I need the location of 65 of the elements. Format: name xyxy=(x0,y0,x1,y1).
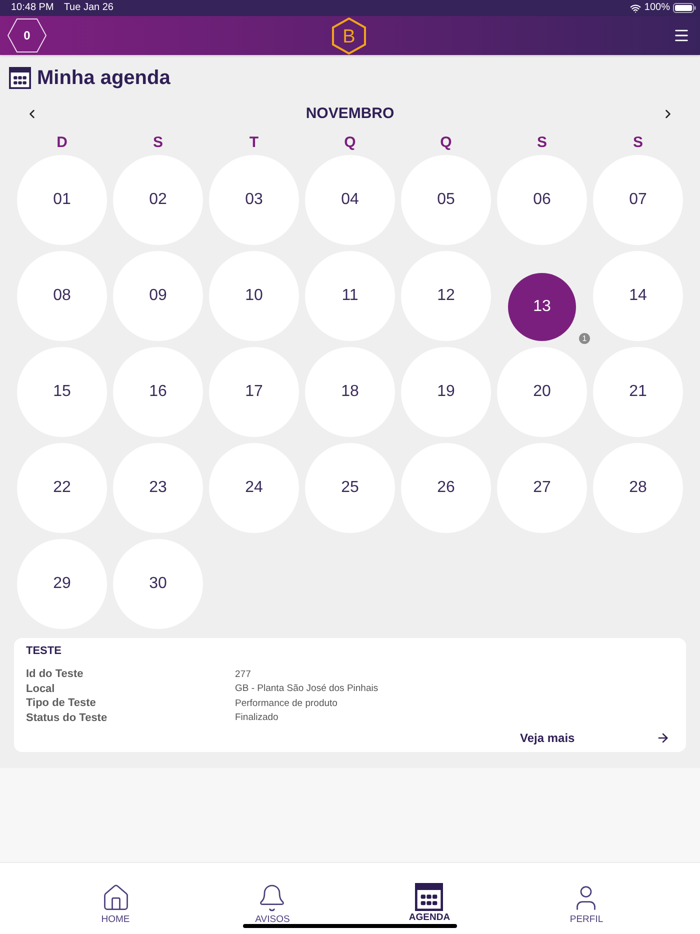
weekday-label: Q xyxy=(440,134,452,152)
day-button[interactable]: 09 xyxy=(113,251,203,341)
battery-percent: 100% xyxy=(644,2,670,14)
day-button[interactable]: 24 xyxy=(209,443,299,533)
day-button[interactable]: 03 xyxy=(209,155,299,245)
field-value: Performance de produto xyxy=(235,698,338,709)
day-button[interactable]: 15 xyxy=(17,347,107,437)
event-count-badge: 1 xyxy=(579,333,590,344)
field-value: 277 xyxy=(235,668,251,680)
day-button[interactable]: 07 xyxy=(593,155,683,245)
event-title: TESTE xyxy=(26,644,62,658)
field-value: Finalizado xyxy=(235,712,278,724)
day-button[interactable]: 17 xyxy=(209,347,299,437)
day-button[interactable]: 08 xyxy=(17,251,107,341)
day-button[interactable]: 19 xyxy=(401,347,491,437)
weekday-label: S xyxy=(152,134,163,152)
day-button[interactable]: 02 xyxy=(113,155,203,245)
day-button[interactable]: 13 xyxy=(508,273,576,341)
field-label: Id do Teste xyxy=(26,668,84,680)
field-label: Tipo de Teste xyxy=(26,697,96,710)
weekday-label: S xyxy=(536,134,547,152)
day-button[interactable]: 21 xyxy=(593,347,683,437)
day-button[interactable]: 01 xyxy=(17,155,107,245)
arrow-right-icon xyxy=(656,731,670,745)
day-button[interactable]: 22 xyxy=(17,443,107,533)
day-button[interactable]: 29 xyxy=(17,539,107,629)
points-badge[interactable]: 0 xyxy=(7,18,47,53)
day-button[interactable]: 11 xyxy=(305,251,395,341)
field-label: Local xyxy=(26,682,55,695)
status-time: 10:48 PM xyxy=(11,2,54,14)
weekday-label: D xyxy=(56,134,68,152)
day-button[interactable]: 26 xyxy=(401,443,491,533)
day-button[interactable]: 06 xyxy=(497,155,587,245)
weekday-label: T xyxy=(249,134,259,152)
day-button[interactable]: 14 xyxy=(593,251,683,341)
day-button[interactable]: 12 xyxy=(401,251,491,341)
weekday-label: S xyxy=(632,134,643,152)
calendar-icon xyxy=(415,883,444,911)
tab-button[interactable]: PERFIL xyxy=(570,883,604,925)
day-button[interactable]: 16 xyxy=(113,347,203,437)
menu-icon[interactable] xyxy=(673,27,690,44)
day-button[interactable]: 28 xyxy=(593,443,683,533)
status-date: Tue Jan 26 xyxy=(64,2,114,14)
day-button[interactable]: 25 xyxy=(305,443,395,533)
month-title: NOVEMBRO xyxy=(306,105,394,123)
see-more-button[interactable]: Veja mais xyxy=(520,730,670,746)
battery-icon xyxy=(673,3,696,13)
weekday-label: Q xyxy=(344,134,356,152)
tab-button[interactable]: AVISOS xyxy=(255,883,290,925)
field-value: GB - Planta São José dos Pinhais xyxy=(235,683,378,694)
tab-button[interactable]: AGENDA xyxy=(408,883,450,923)
day-button[interactable]: 23 xyxy=(113,443,203,533)
wifi-icon xyxy=(630,2,642,14)
calendar-icon xyxy=(9,67,31,89)
day-button[interactable]: 18 xyxy=(305,347,395,437)
day-button[interactable]: 20 xyxy=(497,347,587,437)
day-button[interactable]: 27 xyxy=(497,443,587,533)
page-title: Minha agenda xyxy=(37,67,170,89)
field-label: Status do Teste xyxy=(26,712,108,724)
day-button[interactable]: 30 xyxy=(113,539,203,629)
day-button[interactable]: 04 xyxy=(305,155,395,245)
day-button[interactable]: 05 xyxy=(401,155,491,245)
tab-button[interactable]: HOME xyxy=(100,883,130,925)
day-button[interactable]: 10 xyxy=(209,251,299,341)
logo: B xyxy=(330,16,366,54)
